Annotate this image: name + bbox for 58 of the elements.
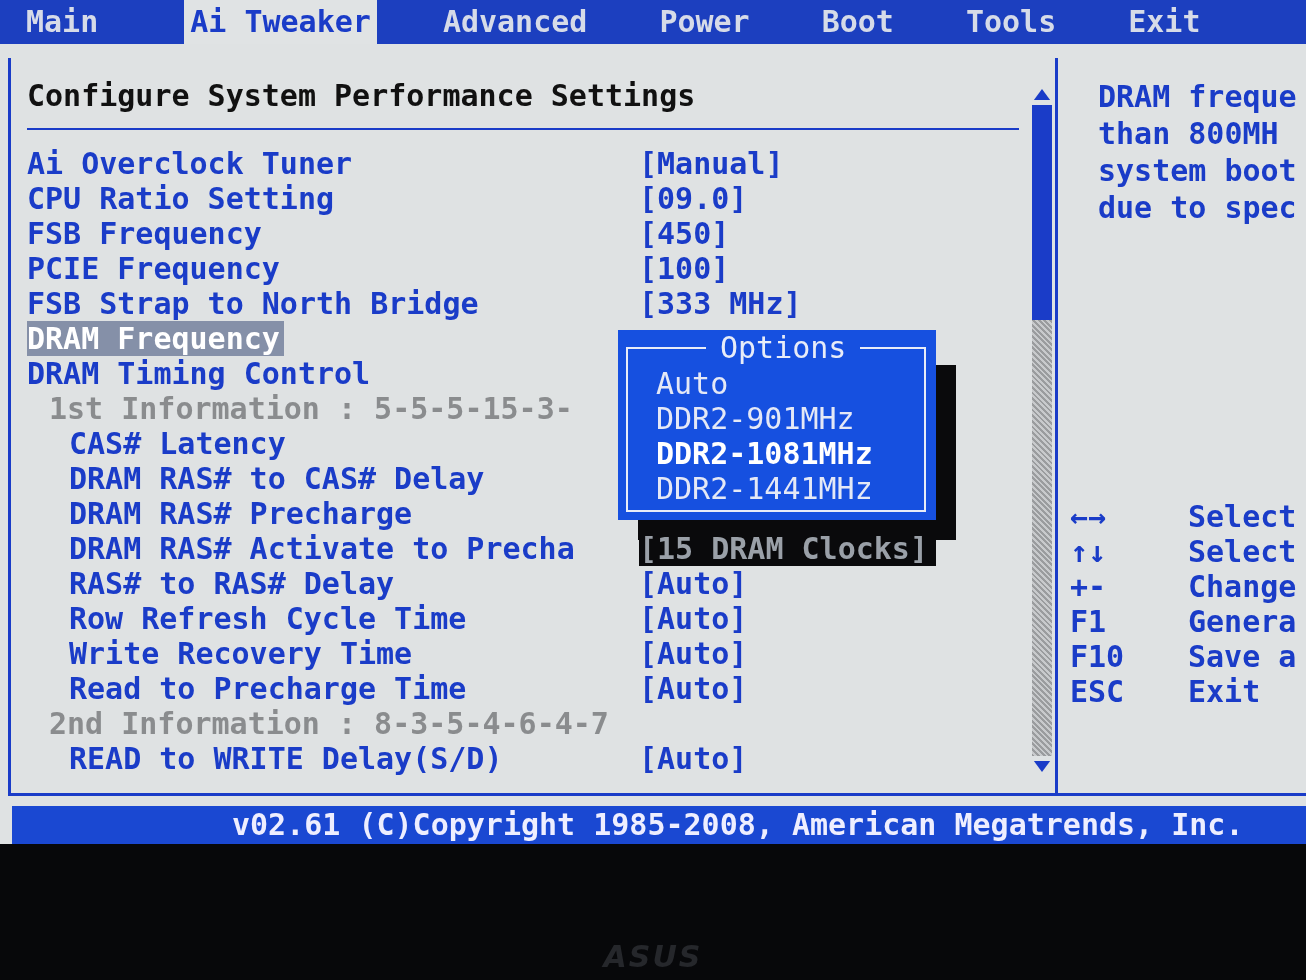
setting-label[interactable]: DRAM RAS# Activate to Precha [27, 531, 639, 566]
menu-tab[interactable]: Exit [1122, 0, 1207, 44]
setting-label[interactable]: RAS# to RAS# Delay [27, 566, 639, 601]
key-name: F10 [1070, 639, 1126, 674]
setting-label[interactable]: DRAM Frequency [27, 321, 284, 356]
option-item[interactable]: DDR2-901MHz [656, 401, 924, 436]
setting-label[interactable]: Ai Overclock Tuner [27, 146, 639, 181]
setting-value[interactable]: [Auto] [639, 636, 748, 671]
help-text-line: DRAM freque [1098, 78, 1298, 115]
setting-label[interactable]: Write Recovery Time [27, 636, 639, 671]
key-action: Genera [1188, 604, 1297, 639]
key-action: Select [1188, 534, 1297, 569]
setting-value[interactable]: [09.0] [639, 181, 748, 216]
help-text-line: system boot [1098, 152, 1298, 189]
setting-label[interactable]: READ to WRITE Delay(S/D) [27, 741, 639, 776]
key-action: Select [1188, 499, 1297, 534]
menu-tab[interactable]: Tools [959, 0, 1063, 44]
info-text: 2nd Information : 8-3-5-4-6-4-7 [48, 706, 610, 741]
setting-label[interactable]: FSB Frequency [27, 216, 639, 251]
setting-label[interactable]: PCIE Frequency [27, 251, 639, 286]
setting-value[interactable]: [333 MHz] [639, 286, 802, 321]
setting-value[interactable]: [450] [639, 216, 730, 251]
setting-value[interactable]: [Manual] [639, 146, 784, 181]
scroll-down-icon[interactable] [1033, 760, 1051, 773]
setting-value[interactable]: [Auto] [639, 566, 748, 601]
setting-label[interactable]: Read to Precharge Time [27, 671, 639, 706]
scroll-up-icon[interactable] [1033, 88, 1051, 101]
menu-tab[interactable]: Boot [815, 0, 900, 44]
option-item[interactable]: DDR2-1081MHz [656, 436, 924, 471]
setting-value[interactable]: [Auto] [639, 671, 748, 706]
key-action: Change [1188, 569, 1297, 604]
panel-title: Configure System Performance Settings [27, 77, 697, 115]
option-item[interactable]: Auto [656, 366, 924, 401]
menu-tab[interactable]: Main [20, 0, 105, 44]
help-text-line: than 800MH [1098, 115, 1280, 152]
key-name: ←→ [1070, 499, 1108, 534]
scrollbar-thumb[interactable] [1032, 105, 1052, 320]
key-name: ESC [1070, 674, 1126, 709]
help-text-line: due to spec [1098, 189, 1298, 226]
key-name: F1 [1070, 604, 1108, 639]
popup-title: Options [719, 330, 848, 366]
menu-tab[interactable]: Power [653, 0, 756, 44]
option-item[interactable]: DDR2-1441MHz [656, 471, 924, 506]
menu-tab[interactable]: Advanced [436, 0, 594, 44]
info-text: 1st Information : 5-5-5-15-3- [48, 391, 574, 426]
setting-value[interactable]: [100] [639, 251, 730, 286]
key-name: +- [1070, 569, 1108, 604]
setting-value[interactable]: [Auto] [639, 741, 748, 776]
key-name: ↑↓ [1070, 534, 1108, 569]
submenu-item[interactable]: DRAM Timing Control [27, 356, 371, 391]
key-action: Save a [1188, 639, 1297, 674]
setting-label[interactable]: Row Refresh Cycle Time [27, 601, 639, 636]
setting-value[interactable]: [Auto] [639, 601, 748, 636]
menu-tab[interactable]: Ai Tweaker [184, 0, 377, 44]
setting-label[interactable]: FSB Strap to North Bridge [27, 286, 639, 321]
key-action: Exit [1188, 674, 1261, 709]
status-bar: v02.61 (C)Copyright 1985-2008, American Megatrends, Inc. [12, 806, 1306, 844]
setting-label[interactable]: CPU Ratio Setting [27, 181, 639, 216]
